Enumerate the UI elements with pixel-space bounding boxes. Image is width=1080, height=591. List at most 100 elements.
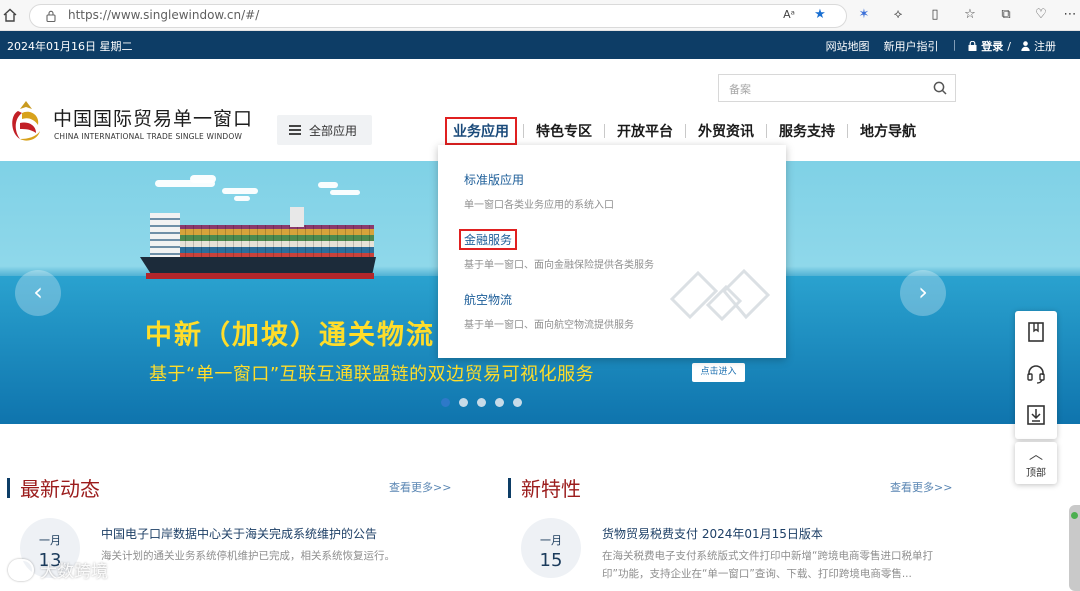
dropdown-item-title[interactable]: 航空物流: [464, 291, 634, 308]
carousel-dot[interactable]: [459, 398, 468, 407]
favorites-icon[interactable]: ☆: [962, 7, 978, 23]
dropdown-item-standard-apps[interactable]: 标准版应用 单一窗口各类业务应用的系统入口: [464, 171, 614, 211]
dropdown-item-title[interactable]: 金融服务: [459, 229, 518, 250]
banner-title: 中新（加坡）通关物流: [145, 320, 435, 351]
lock-icon: [46, 10, 56, 22]
carousel-dot[interactable]: [441, 398, 450, 407]
bookmark-icon[interactable]: [1026, 321, 1046, 343]
ship-bridge: [150, 213, 180, 259]
search-icon[interactable]: [933, 81, 947, 95]
section-title: 新特性: [521, 477, 581, 501]
dropdown-item-title[interactable]: 标准版应用: [464, 171, 614, 188]
cloud-shape: [318, 182, 338, 188]
nav-trade-news[interactable]: 外贸资讯: [692, 119, 760, 143]
collections-icon[interactable]: ⧉: [998, 7, 1014, 23]
ship-hull-stripe: [146, 273, 374, 279]
chevron-up-icon: ︿: [1029, 447, 1043, 463]
cloud-shape: [234, 196, 250, 201]
dropdown-item-desc: 单一窗口各类业务应用的系统入口: [464, 200, 614, 211]
favorite-star-icon[interactable]: ★: [812, 7, 828, 23]
status-dot-icon: [1071, 512, 1078, 519]
browser-toolbar: https://www.singlewindow.cn/#/ Aᵃ ★ ✶ ⟡ …: [0, 0, 1080, 31]
user-icon: [1021, 41, 1030, 51]
all-apps-button[interactable]: 全部应用: [277, 115, 372, 145]
dropdown-item-air-logistics[interactable]: 航空物流 基于单一窗口、面向航空物流提供服务: [464, 291, 634, 331]
login-link[interactable]: 登录: [981, 38, 1003, 54]
back-to-top-label: 顶部: [1026, 468, 1046, 479]
address-bar[interactable]: https://www.singlewindow.cn/#/: [29, 4, 847, 28]
carousel-dot[interactable]: [513, 398, 522, 407]
nav-divider: [685, 124, 686, 138]
handshake-icon: [669, 268, 771, 322]
cloud-shape: [190, 175, 216, 183]
logo-title[interactable]: 中国国际贸易单一窗口: [53, 104, 253, 131]
feature-item-desc: 在海关税费电子支付系统版式文件打印中新增“跨境电商零售进口税单打印”功能，支持企…: [602, 550, 933, 580]
top-info-bar: 2024年01月16日 星期二 网站地图 新用户指引 | 登录 / 注册: [0, 31, 1080, 59]
carousel-dot[interactable]: [477, 398, 486, 407]
cloud-shape: [330, 190, 360, 195]
dropdown-item-financial-services[interactable]: 金融服务 基于单一窗口、面向金融保险提供各类服务: [459, 229, 654, 271]
new-features-header: 新特性: [508, 473, 581, 502]
register-link[interactable]: 注册: [1034, 38, 1056, 54]
nav-open-platform[interactable]: 开放平台: [611, 119, 679, 143]
watermark-logo-icon: [8, 558, 34, 581]
nav-local-navigation[interactable]: 地方导航: [854, 119, 922, 143]
nav-divider: [847, 124, 848, 138]
news-item-title[interactable]: 中国电子口岸数据中心关于海关完成系统维护的公告: [101, 525, 377, 542]
watermark: 大数跨境: [8, 557, 108, 582]
nav-featured-zone[interactable]: 特色专区: [530, 119, 598, 143]
search-input[interactable]: 备案: [718, 74, 956, 102]
dropdown-item-desc: 基于单一窗口、面向航空物流提供服务: [464, 320, 634, 331]
lock-icon: [968, 41, 977, 51]
logo-subtitle: CHINA INTERNATIONAL TRADE SINGLE WINDOW: [54, 132, 243, 141]
section-accent-bar: [508, 477, 511, 498]
health-icon[interactable]: ♡: [1033, 7, 1049, 23]
banner-prev-arrow-icon[interactable]: ‹: [15, 270, 61, 316]
feature-item-title[interactable]: 货物贸易税费支付 2024年01月15日版本: [602, 525, 823, 542]
site-logo-icon[interactable]: [8, 99, 44, 145]
feature-day: 15: [539, 550, 563, 571]
ship-tower: [290, 207, 304, 227]
new-user-guide-link[interactable]: 新用户指引: [884, 38, 939, 54]
all-apps-label: 全部应用: [309, 123, 358, 138]
banner-subtitle: 基于“单一窗口”互联互通联盟链的双边贸易可视化服务: [149, 364, 595, 385]
split-screen-icon[interactable]: ▯: [927, 7, 943, 23]
watermark-text: 大数跨境: [40, 562, 108, 582]
sitemap-link[interactable]: 网站地图: [826, 38, 870, 54]
read-aloud-icon[interactable]: Aᵃ: [781, 7, 797, 23]
search-placeholder: 备案: [729, 83, 751, 96]
business-apps-dropdown: 标准版应用 单一窗口各类业务应用的系统入口 金融服务 基于单一窗口、面向金融保险…: [438, 145, 786, 358]
new-features-more-link[interactable]: 查看更多>>: [890, 479, 952, 495]
current-date: 2024年01月16日 星期二: [7, 40, 133, 53]
section-title: 最新动态: [20, 477, 100, 501]
banner-next-arrow-icon[interactable]: ›: [900, 270, 946, 316]
login-divider: /: [1007, 39, 1011, 53]
url-text[interactable]: https://www.singlewindow.cn/#/: [68, 8, 259, 22]
latest-news-header: 最新动态: [7, 473, 100, 502]
extension-icon[interactable]: ✶: [856, 7, 872, 23]
carousel-dots: [441, 398, 531, 407]
feature-month: 一月: [540, 534, 562, 547]
nav-business-apps[interactable]: 业务应用: [445, 117, 517, 145]
carousel-dot[interactable]: [495, 398, 504, 407]
nav-divider: [766, 124, 767, 138]
nav-divider: [523, 124, 524, 138]
customer-service-icon[interactable]: [1026, 363, 1046, 385]
puzzle-icon[interactable]: ⟡: [890, 7, 906, 23]
dropdown-item-desc: 基于单一窗口、面向金融保险提供各类服务: [464, 260, 654, 271]
main-nav: 业务应用 特色专区 开放平台 外贸资讯 服务支持 地方导航: [445, 117, 922, 145]
nav-service-support[interactable]: 服务支持: [773, 119, 841, 143]
latest-news-more-link[interactable]: 查看更多>>: [389, 479, 451, 495]
news-month: 一月: [39, 534, 61, 547]
download-icon[interactable]: [1026, 404, 1046, 426]
ship-containers: [178, 225, 374, 259]
top-divider: |: [952, 38, 957, 51]
right-float-toolbar: [1015, 311, 1057, 439]
cloud-shape: [222, 188, 258, 194]
news-item-desc: 海关计划的通关业务系统停机维护已完成，相关系统恢复运行。: [101, 550, 395, 562]
home-icon[interactable]: [2, 7, 18, 23]
back-to-top-button[interactable]: ︿ 顶部: [1015, 442, 1057, 484]
section-accent-bar: [7, 477, 10, 498]
banner-enter-button[interactable]: 点击进入: [692, 363, 745, 382]
more-menu-icon[interactable]: ⋯: [1062, 7, 1078, 23]
